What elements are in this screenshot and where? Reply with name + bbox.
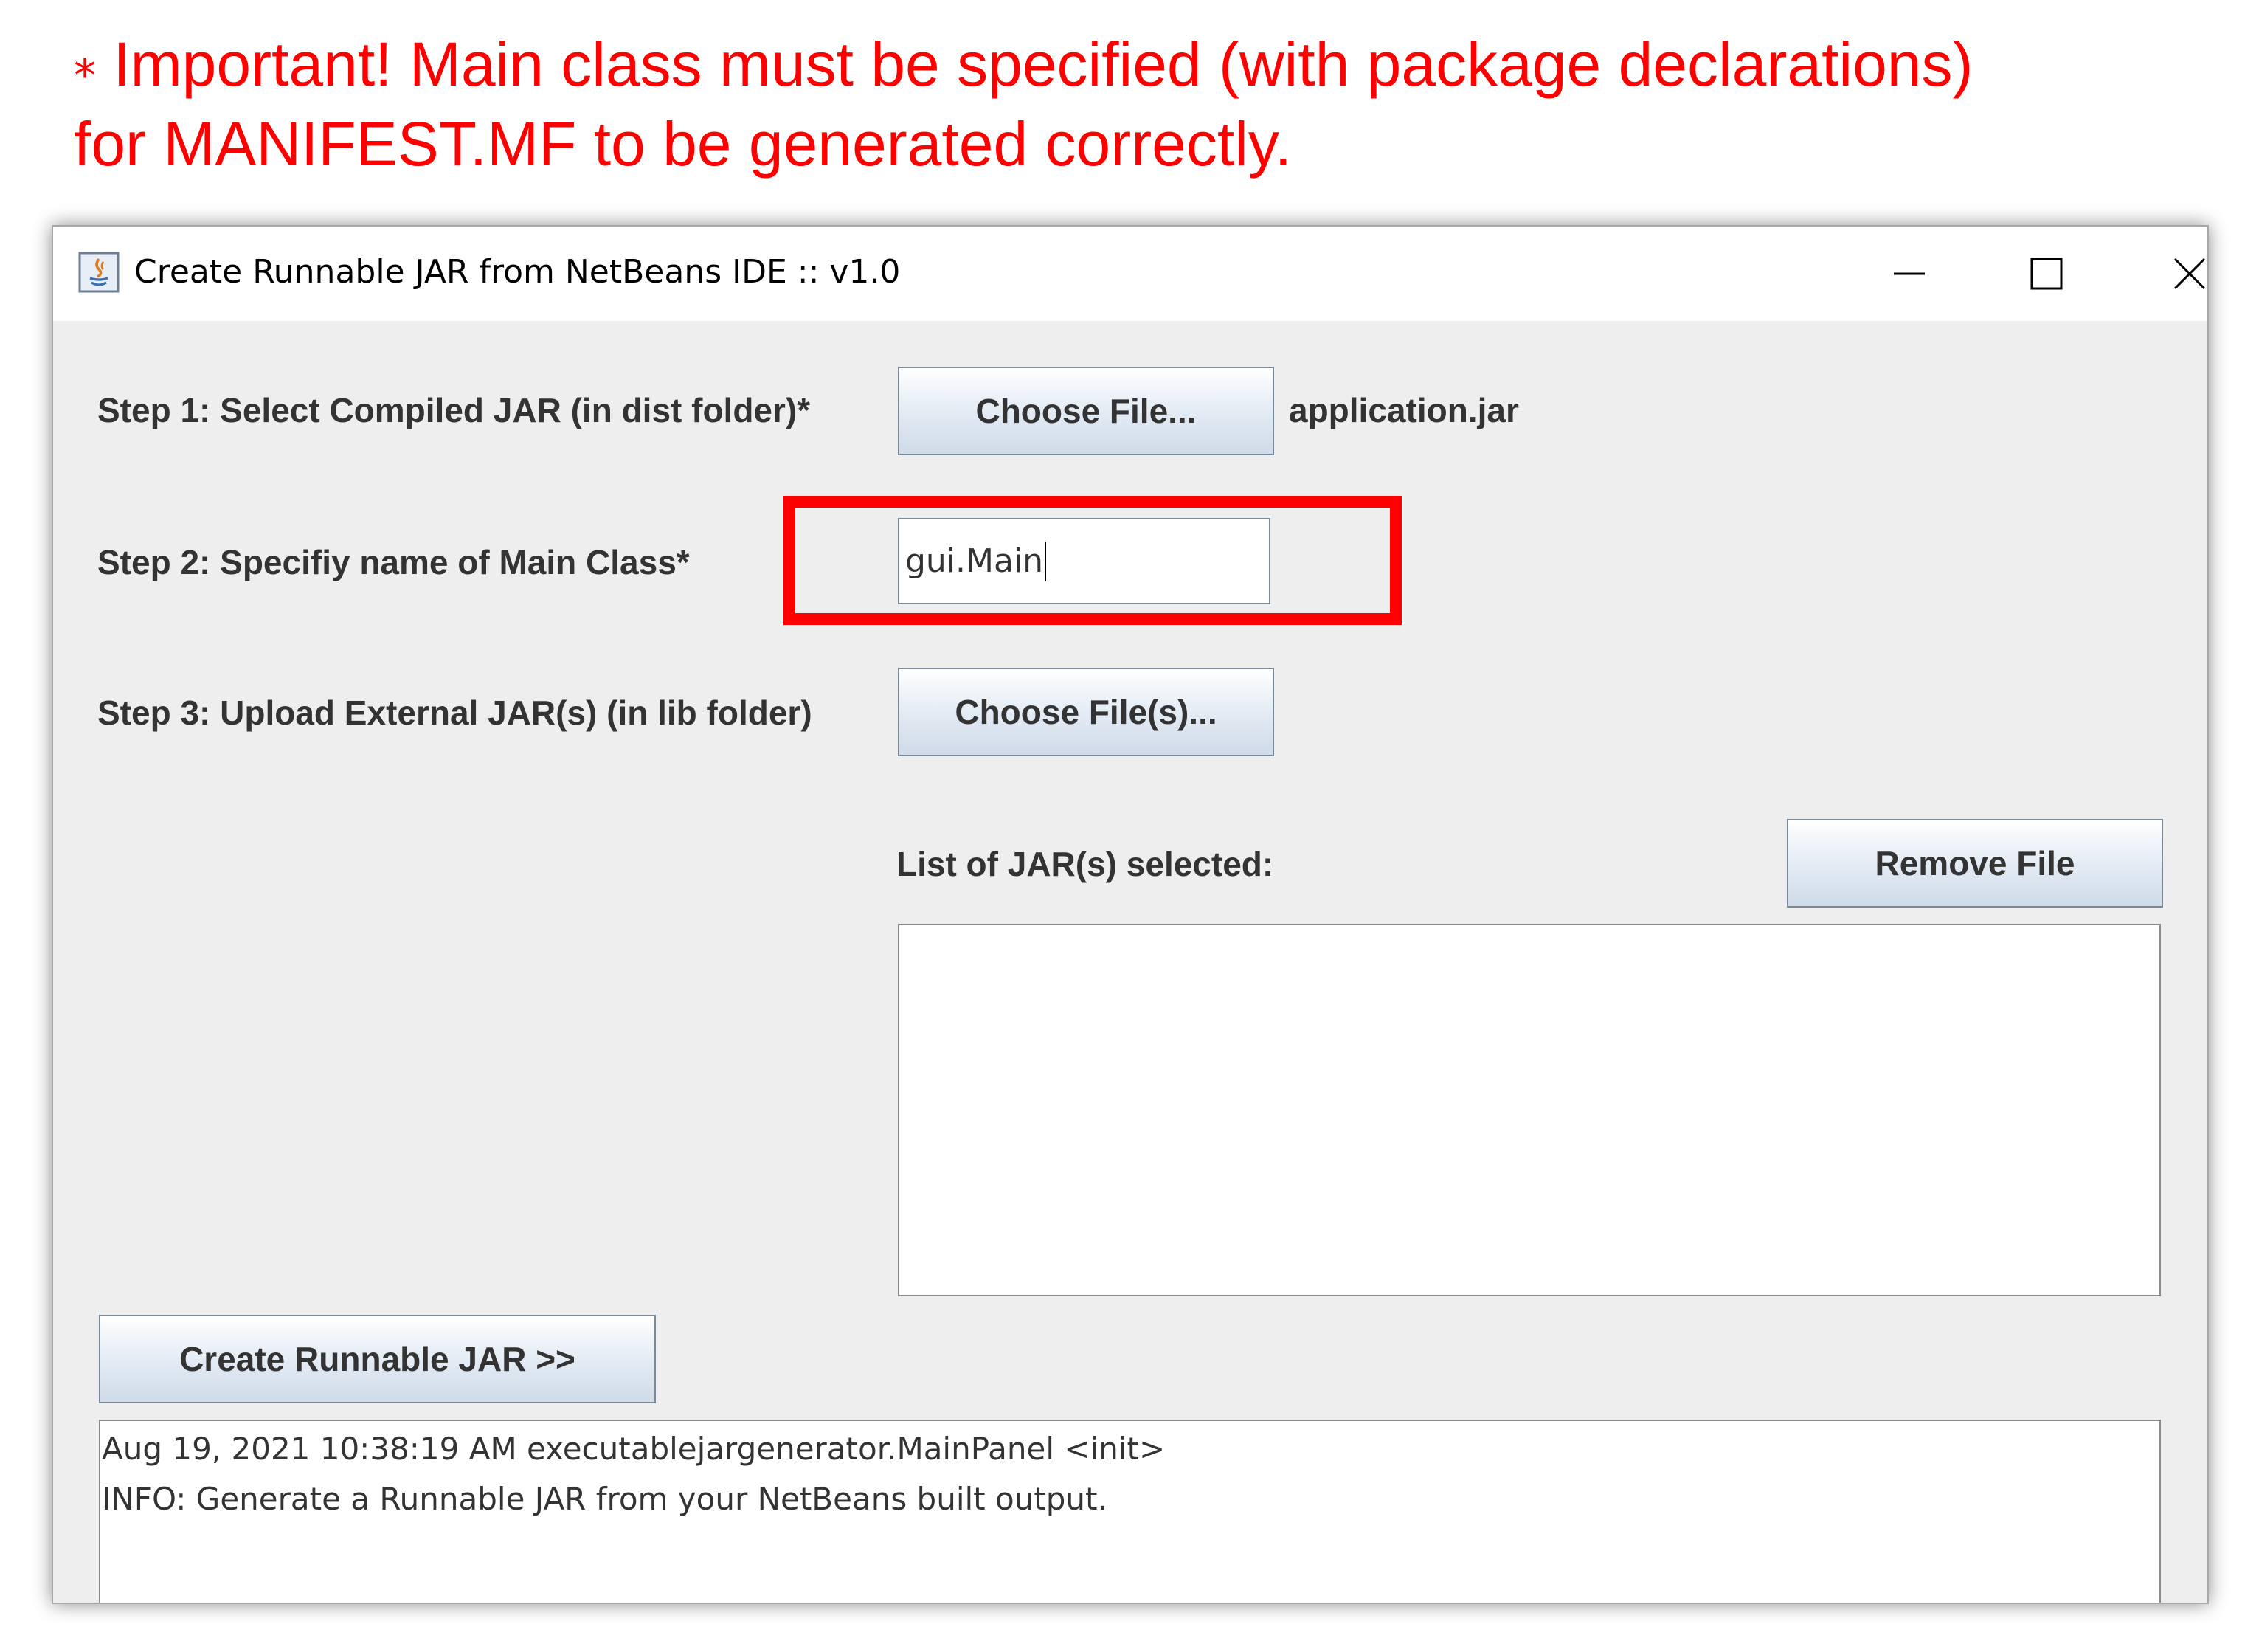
- log-line: INFO: Generate a Runnable JAR from your …: [102, 1481, 1107, 1517]
- jar-list-box[interactable]: [898, 924, 2161, 1296]
- window-title: Create Runnable JAR from NetBeans IDE ::…: [134, 253, 901, 291]
- annotation-text-line2: for MANIFEST.MF to be generated correctl…: [74, 109, 1293, 179]
- step2-label: Step 2: Specifiy name of Main Class*: [97, 543, 690, 581]
- annotation-text-line1: Important! Main class must be specified …: [113, 30, 1973, 99]
- jar-list-label: List of JAR(s) selected:: [896, 845, 1274, 883]
- log-output[interactable]: Aug 19, 2021 10:38:19 AM executablejarge…: [99, 1420, 2161, 1603]
- title-bar[interactable]: Create Runnable JAR from NetBeans IDE ::…: [53, 227, 2207, 321]
- step3-label: Step 3: Upload External JAR(s) (in lib f…: [97, 694, 812, 732]
- asterisk-icon: ⁎: [74, 37, 96, 86]
- java-icon: [78, 252, 120, 293]
- selected-jar-filename: application.jar: [1289, 391, 1519, 429]
- log-line: Aug 19, 2021 10:38:19 AM executablejarge…: [102, 1431, 1166, 1467]
- remove-file-button[interactable]: Remove File: [1787, 819, 2163, 908]
- minimize-icon: [1894, 272, 1925, 275]
- maximize-button[interactable]: [1980, 227, 2113, 321]
- close-icon: [2173, 258, 2206, 290]
- maximize-icon: [2030, 258, 2063, 290]
- choose-file-button[interactable]: Choose File...: [898, 367, 1274, 455]
- app-window: Create Runnable JAR from NetBeans IDE ::…: [52, 225, 2209, 1604]
- annotation-note: ⁎ Important! Main class must be specifie…: [74, 22, 2213, 184]
- step1-label: Step 1: Select Compiled JAR (in dist fol…: [97, 391, 811, 429]
- close-button[interactable]: [2123, 227, 2207, 321]
- choose-files-button[interactable]: Choose File(s)...: [898, 668, 1274, 756]
- minimize-button[interactable]: [1842, 227, 1975, 321]
- highlight-box: [783, 496, 1402, 625]
- create-runnable-jar-button[interactable]: Create Runnable JAR >>: [99, 1315, 656, 1403]
